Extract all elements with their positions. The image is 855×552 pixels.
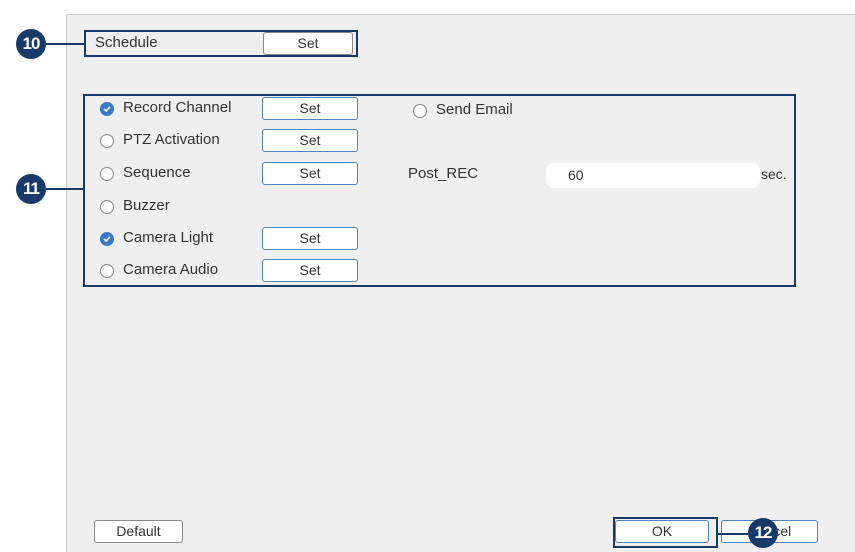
- callout-12: 12: [748, 518, 778, 548]
- callout-10: 10: [16, 29, 46, 59]
- actions-highlight-box: [83, 94, 796, 287]
- callout-11: 11: [16, 174, 46, 204]
- callout-10-line: [46, 43, 84, 45]
- ok-highlight-box: [613, 517, 718, 548]
- default-button[interactable]: Default: [94, 520, 183, 543]
- callout-12-line: [718, 533, 748, 535]
- schedule-highlight-box: [84, 30, 358, 57]
- callout-11-line: [46, 188, 83, 190]
